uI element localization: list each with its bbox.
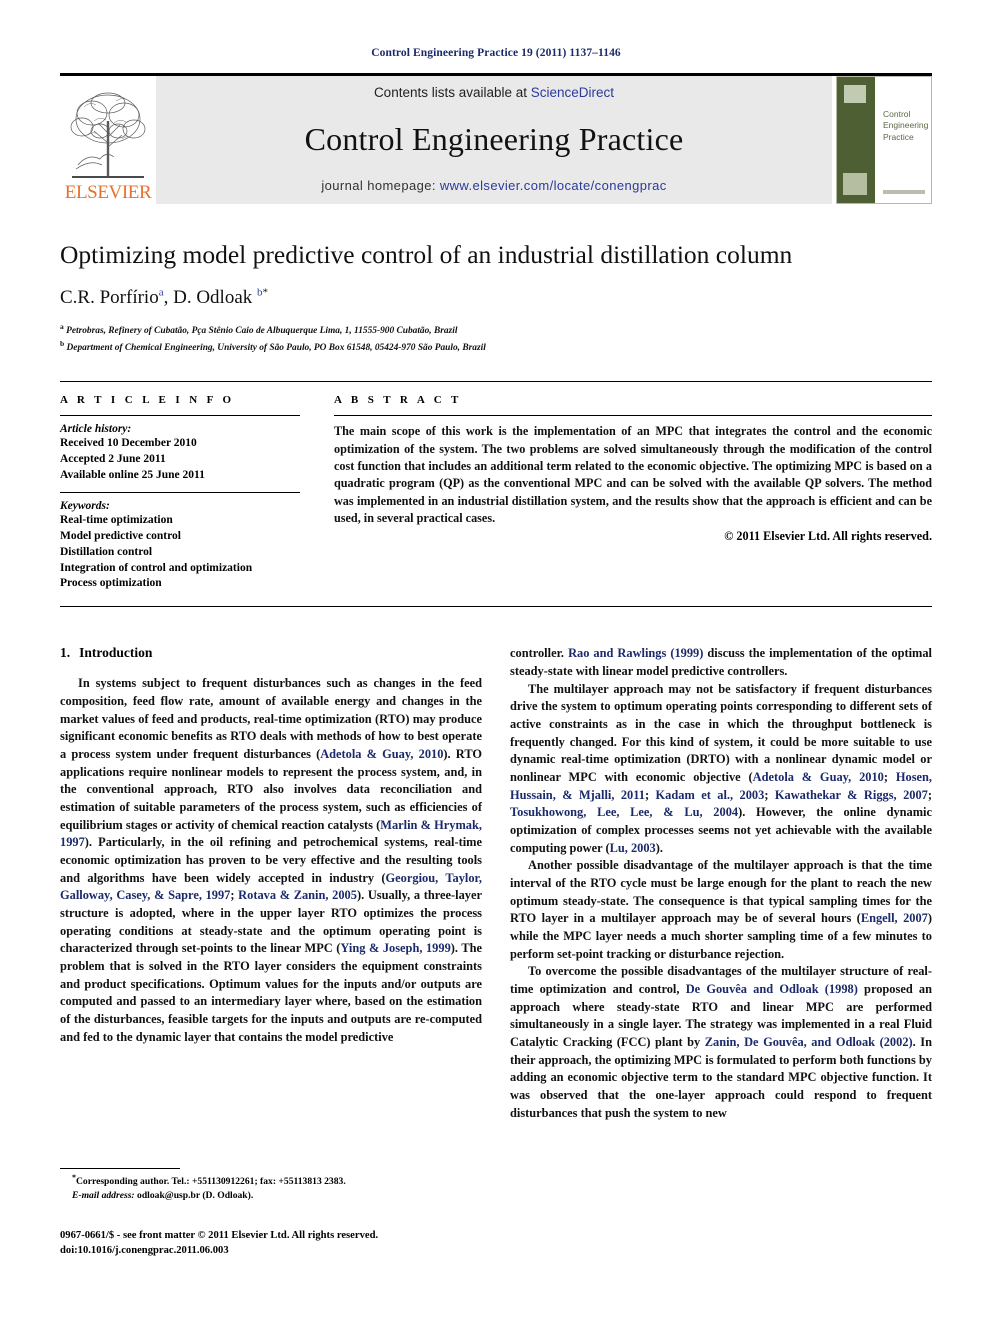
email-value[interactable]: odloak@usp.br (D. Odloak). bbox=[137, 1190, 253, 1201]
body-left-column: 1. Introduction In systems subject to fre… bbox=[60, 645, 482, 1122]
homepage-prefix: journal homepage: bbox=[321, 178, 440, 193]
sciencedirect-link[interactable]: ScienceDirect bbox=[531, 85, 614, 100]
author-mark-a: a bbox=[158, 286, 164, 299]
affiliation-a: a Petrobras, Refinery of Cubatão, Pça St… bbox=[60, 321, 932, 338]
paragraph: In systems subject to frequent disturban… bbox=[60, 676, 482, 1044]
footnote-corresponding-text: Corresponding author. Tel.: +55113091226… bbox=[76, 1176, 346, 1188]
author-list: C.R. Porfírioa, D. Odloak b* bbox=[60, 287, 932, 309]
title-block: Optimizing model predictive control of a… bbox=[60, 240, 932, 355]
page-title: Optimizing model predictive control of a… bbox=[60, 240, 793, 269]
email-label: E-mail address: bbox=[72, 1190, 135, 1202]
contents-prefix: Contents lists available at bbox=[373, 85, 531, 100]
keyword-item: Integration of control and optimization bbox=[60, 561, 253, 574]
keyword-item: Real-time optimization bbox=[60, 513, 173, 526]
footnote-corresponding-author: *Corresponding author. Tel.: +5511309122… bbox=[60, 1172, 500, 1189]
affiliation-b: b Department of Chemical Engineering, Un… bbox=[60, 338, 932, 355]
abstract-column: A B S T R A C T The main scope of this w… bbox=[334, 392, 932, 592]
abstract-heading: A B S T R A C T bbox=[334, 394, 462, 407]
keywords-divider bbox=[60, 491, 300, 493]
cover-journal-title: Control Engineering Practice bbox=[883, 109, 929, 142]
abstract-divider bbox=[334, 415, 932, 417]
affiliation-mark-b: b bbox=[60, 339, 65, 349]
section-heading-introduction: 1. Introduction bbox=[60, 645, 482, 661]
author-names: C.R. Porfírioa, D. Odloak b* bbox=[60, 286, 269, 308]
section-title: Introduction bbox=[79, 645, 153, 661]
abstract-text: The main scope of this work is the imple… bbox=[334, 424, 932, 526]
elsevier-tree-icon bbox=[64, 87, 152, 183]
journal-title: Control Engineering Practice bbox=[304, 120, 684, 157]
article-history-accepted: Accepted 2 June 2011 bbox=[60, 453, 166, 466]
paragraph: To overcome the possible disadvantages o… bbox=[510, 964, 932, 1120]
article-history-online: Available online 25 June 2011 bbox=[60, 469, 205, 482]
affiliation-b-text: Department of Chemical Engineering, Univ… bbox=[66, 343, 486, 354]
keyword-item: Model predictive control bbox=[60, 529, 181, 542]
cover-ifac-icon bbox=[843, 173, 867, 195]
keywords-label: Keywords: bbox=[60, 499, 110, 512]
journal-homepage-line: journal homepage: www.elsevier.com/locat… bbox=[321, 178, 666, 193]
paragraph: controller. Rao and Rawlings (1999) disc… bbox=[510, 646, 933, 678]
running-head: Control Engineering Practice 19 (2011) 1… bbox=[371, 47, 621, 59]
article-info-divider bbox=[60, 415, 300, 417]
affiliation-a-text: Petrobras, Refinery of Cubatão, Pça Stên… bbox=[66, 326, 458, 337]
journal-homepage-link[interactable]: www.elsevier.com/locate/conengprac bbox=[440, 178, 667, 193]
footnote-email: E-mail address: odloak@usp.br (D. Odloak… bbox=[60, 1189, 500, 1203]
paragraph: Another possible disadvantage of the mul… bbox=[510, 858, 932, 961]
footer-issn-line: 0967-0661/$ - see front matter © 2011 El… bbox=[60, 1230, 379, 1241]
elsevier-wordmark: ELSEVIER bbox=[64, 182, 152, 203]
paper-page: Control Engineering Practice 19 (2011) 1… bbox=[0, 0, 992, 1323]
article-info-column: A R T I C L E I N F O Article history: R… bbox=[60, 392, 300, 592]
info-abstract-block: A R T I C L E I N F O Article history: R… bbox=[60, 381, 932, 608]
abstract-copyright: © 2011 Elsevier Ltd. All rights reserved… bbox=[724, 529, 932, 544]
article-info-heading: A R T I C L E I N F O bbox=[60, 394, 235, 407]
page-footer: 0967-0661/$ - see front matter © 2011 El… bbox=[60, 1228, 530, 1259]
elsevier-logo: ELSEVIER bbox=[60, 76, 156, 204]
article-history-label: Article history: bbox=[60, 423, 132, 436]
journal-cover-thumbnail[interactable]: Control Engineering Practice bbox=[836, 76, 932, 204]
journal-masthead: ELSEVIER Contents lists available at Sci… bbox=[60, 73, 932, 204]
masthead-center: Contents lists available at ScienceDirec… bbox=[156, 76, 832, 204]
footnote-divider bbox=[60, 1168, 180, 1169]
affiliation-mark-a: a bbox=[60, 321, 64, 331]
keyword-item: Distillation control bbox=[60, 545, 153, 558]
keyword-item: Process optimization bbox=[60, 577, 162, 590]
cover-elsevier-icon bbox=[844, 85, 866, 103]
footer-doi-line[interactable]: doi:10.1016/j.conengprac.2011.06.003 bbox=[60, 1243, 530, 1258]
corresponding-author-mark: * bbox=[262, 286, 269, 299]
contents-available-line: Contents lists available at ScienceDirec… bbox=[374, 85, 614, 100]
section-number: 1. bbox=[60, 645, 71, 661]
body-columns: 1. Introduction In systems subject to fre… bbox=[60, 645, 932, 1122]
footnote-block: *Corresponding author. Tel.: +5511309122… bbox=[60, 1168, 500, 1203]
article-history-received: Received 10 December 2010 bbox=[60, 437, 197, 450]
cover-footer-bar bbox=[883, 190, 925, 194]
body-right-column: controller. Rao and Rawlings (1999) disc… bbox=[510, 645, 932, 1122]
paragraph: The multilayer approach may not be satis… bbox=[510, 681, 933, 855]
